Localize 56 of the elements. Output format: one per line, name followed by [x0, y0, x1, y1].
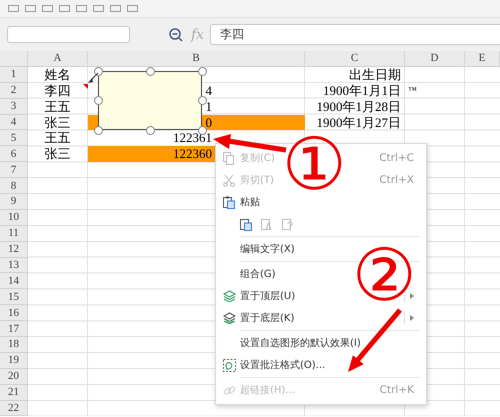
circled-number: ① — [282, 128, 347, 200]
row-header[interactable]: 17 — [0, 321, 28, 338]
row-header[interactable]: 7 — [0, 162, 28, 178]
row-header[interactable]: 11 — [0, 226, 28, 242]
cell-text: 1900年1月28日 — [316, 100, 401, 113]
menu-item[interactable]: 设置批注格式(O)... — [240, 358, 326, 372]
menu-item[interactable]: 置于顶层(U) — [240, 289, 296, 303]
cell-text: 1 — [206, 100, 212, 113]
row-header[interactable]: 8 — [0, 178, 28, 194]
row-header[interactable]: 20 — [0, 368, 28, 385]
cell-text: 122360 — [173, 147, 212, 160]
cell-text: 姓名 — [44, 68, 70, 81]
cell-text: 4 — [206, 84, 212, 97]
row-header[interactable]: 19 — [0, 352, 28, 369]
cell-text: 0 — [206, 116, 212, 128]
row-header[interactable]: 9 — [0, 194, 28, 210]
column-header[interactable]: D — [405, 51, 465, 67]
row-header[interactable]: 18 — [0, 337, 28, 353]
row-header[interactable]: 10 — [0, 210, 28, 226]
row-header[interactable]: 21 — [0, 384, 28, 401]
menu-item[interactable]: 置于底层(K) — [240, 311, 294, 325]
cell-text: 王五 — [44, 100, 70, 113]
column-header[interactable]: E — [465, 51, 500, 67]
cell-text: 张三 — [44, 116, 70, 128]
menu-item[interactable]: 粘贴 — [240, 195, 260, 209]
shortcut-label: Ctrl+K — [380, 384, 414, 396]
shortcut-label: Ctrl+C — [379, 152, 414, 164]
row-header[interactable]: 14 — [0, 273, 28, 290]
row-header[interactable]: 5 — [0, 130, 28, 146]
menu-item[interactable]: 编辑文字(X) — [240, 242, 295, 256]
row-header[interactable]: 6 — [0, 146, 28, 162]
cell-text: 出生日期 — [349, 68, 401, 81]
cell-text: 1900年1月27日 — [316, 116, 401, 128]
column-header[interactable]: A — [28, 51, 88, 67]
row-header[interactable]: 15 — [0, 289, 28, 306]
row-header[interactable]: 2 — [0, 82, 28, 99]
row-header[interactable]: 12 — [0, 242, 28, 258]
column-header[interactable]: B — [88, 51, 305, 67]
row-header[interactable]: 1 — [0, 66, 28, 83]
shortcut-label: Ctrl+X — [379, 174, 414, 186]
column-header[interactable]: C — [305, 51, 405, 67]
row-header[interactable]: 4 — [0, 114, 28, 130]
cell-text: 王五 — [44, 131, 70, 144]
cell-text: ™ — [408, 86, 417, 95]
row-header[interactable]: 16 — [0, 305, 28, 322]
row-header[interactable]: 3 — [0, 98, 28, 115]
formula-field[interactable]: 李四 — [210, 24, 500, 45]
menu-item[interactable]: 设置自选图形的默认效果(I) — [240, 336, 361, 350]
menu-item[interactable]: 组合(G) — [240, 267, 276, 281]
circled-number: ② — [352, 239, 417, 311]
row-header[interactable]: 22 — [0, 400, 28, 416]
cell-text: 1900年1月1日 — [323, 84, 401, 97]
row-header[interactable]: 13 — [0, 258, 28, 274]
cell-text: 张三 — [44, 147, 70, 160]
cell-text: 李四 — [44, 84, 70, 97]
cell-text: 122361 — [173, 131, 212, 144]
